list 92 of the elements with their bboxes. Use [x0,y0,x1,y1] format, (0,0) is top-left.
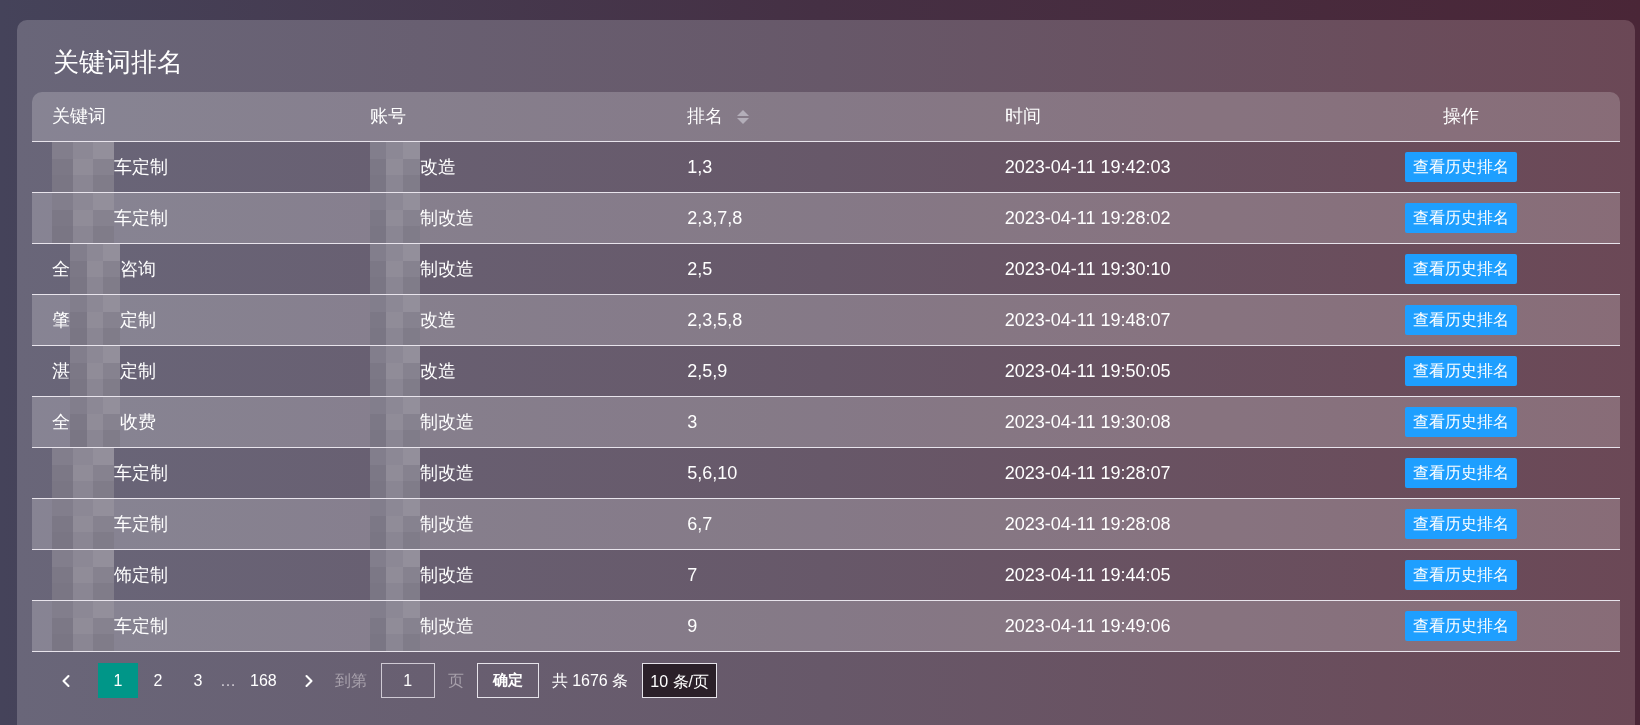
rank-text: 3 [687,410,698,434]
rank-text: 5,6,10 [687,461,738,485]
rank-text: 1,3 [687,155,713,179]
time-text: 2023-04-11 19:30:10 [1004,257,1171,281]
redaction-mosaic-drawing [369,397,420,447]
column-header: 操作 [1443,105,1480,128]
redaction-mosaic-drawing [369,346,420,396]
redaction-mosaic-drawing [52,499,114,549]
account-text: 改造 [419,359,456,383]
redaction-mosaic-drawing [52,193,114,243]
redaction-mosaic-drawing [52,142,114,192]
total-count: 共 1676 条 [551,670,629,691]
account-text: 制改造 [419,410,474,434]
rank-text: 9 [687,614,698,638]
goto-label: 到第 [334,670,367,691]
keyword-text: 车定制 [114,206,168,230]
account-text: 制改造 [419,614,474,638]
column-header: 时间 [1004,105,1041,128]
page-ellipsis: … [219,670,237,691]
keyword-text: 车定制 [114,155,168,179]
view-history-button[interactable]: 查看历史排名 [1405,152,1518,182]
rank-text: 2,5,9 [687,359,728,383]
account-text: 改造 [419,155,456,179]
rank-text: 2,3,5,8 [687,308,743,332]
redaction-mosaic-drawing [52,601,114,651]
keyword-text: 咨询 [120,257,156,281]
confirm-button[interactable]: 确定 [476,663,539,698]
redaction-mosaic-drawing [369,142,420,192]
view-history-button[interactable]: 查看历史排名 [1405,407,1518,437]
keyword-text: 车定制 [114,614,168,638]
redaction-mosaic-drawing [70,295,120,345]
redaction-mosaic-drawing [369,601,420,651]
account-text: 改造 [419,308,456,332]
page-button[interactable]: 1 [98,663,138,698]
time-text: 2023-04-11 19:50:05 [1004,359,1171,383]
redaction-mosaic-drawing [369,193,420,243]
redaction-mosaic-drawing [70,346,120,396]
redaction-mosaic-drawing [70,397,120,447]
view-history-button[interactable]: 查看历史排名 [1405,305,1518,335]
view-history-button[interactable]: 查看历史排名 [1405,356,1518,386]
view-history-button[interactable]: 查看历史排名 [1405,509,1518,539]
redaction-mosaic-drawing [369,295,420,345]
view-history-button[interactable]: 查看历史排名 [1405,254,1518,284]
view-history-button[interactable]: 查看历史排名 [1405,458,1518,488]
redaction-mosaic-drawing [70,244,120,294]
keyword-text: 定制 [120,308,156,332]
account-text: 制改造 [419,512,474,536]
account-text: 制改造 [419,461,474,485]
page-button[interactable]: 168 [238,663,289,698]
view-history-button[interactable]: 查看历史排名 [1405,611,1518,641]
rank-text: 2,3,7,8 [687,206,743,230]
time-text: 2023-04-11 19:28:02 [1004,206,1171,230]
page-button[interactable]: 3 [178,663,218,698]
page-button[interactable]: 2 [138,663,178,698]
keyword-text: 湛 [52,359,70,383]
time-text: 2023-04-11 19:48:07 [1004,308,1171,332]
account-text: 制改造 [419,206,474,230]
time-text: 2023-04-11 19:28:07 [1004,461,1171,485]
view-history-button[interactable]: 查看历史排名 [1405,203,1518,233]
page-number-input[interactable]: 1 [380,663,435,698]
page-unit-label: 页 [447,670,464,691]
keyword-text: 定制 [120,359,156,383]
time-text: 2023-04-11 19:28:08 [1004,512,1171,536]
view-history-button[interactable]: 查看历史排名 [1405,560,1518,590]
redaction-mosaic-drawing [52,550,114,600]
keyword-text: 饰定制 [114,563,168,587]
keyword-text: 车定制 [114,461,168,485]
redaction-mosaic-drawing [369,244,420,294]
redaction-mosaic-drawing [369,550,420,600]
sort-icon[interactable] [737,109,750,124]
time-text: 2023-04-11 19:49:06 [1004,614,1171,638]
time-text: 2023-04-11 19:44:05 [1004,563,1171,587]
column-header: 关键词 [52,105,106,128]
column-header: 账号 [369,105,406,128]
page-size-select[interactable]: 10 条/页 [642,663,718,698]
time-text: 2023-04-11 19:30:08 [1004,410,1171,434]
keyword-text: 收费 [120,410,156,434]
redaction-mosaic-drawing [369,448,420,498]
account-text: 制改造 [419,563,474,587]
rank-text: 2,5 [687,257,713,281]
rank-text: 7 [687,563,698,587]
column-header: 排名 [687,105,724,128]
account-text: 制改造 [419,257,474,281]
redaction-mosaic-drawing [52,448,114,498]
redaction-mosaic-drawing [369,499,420,549]
keyword-text: 车定制 [114,512,168,536]
rank-text: 6,7 [687,512,713,536]
keyword-text: 肇 [52,308,70,332]
panel-title: 关键词排名 [53,46,183,79]
time-text: 2023-04-11 19:42:03 [1004,155,1171,179]
keyword-text: 全 [52,257,70,281]
keyword-text: 全 [52,410,70,434]
